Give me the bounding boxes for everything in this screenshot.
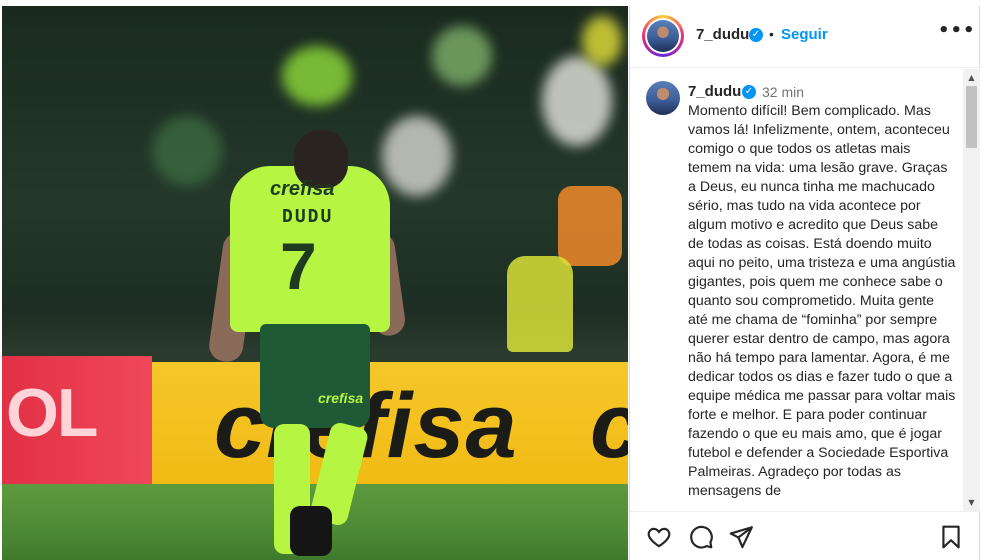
shorts-sponsor-text: crefisa <box>318 390 364 406</box>
post-photo[interactable]: OL crefisa c crefisa DUDU 7 crefisa <box>2 6 628 560</box>
post-actions-bar <box>630 511 981 560</box>
post-header: 7_dudu ✓ • Seguir ••• <box>630 6 981 68</box>
post-side-panel: 7_dudu ✓ • Seguir ••• 7_dudu ✓ 32 min Mo… <box>629 6 981 560</box>
shirt-name-text: DUDU <box>282 206 334 227</box>
more-options-icon[interactable]: ••• <box>938 19 975 43</box>
comment-icon[interactable] <box>688 524 714 550</box>
bookmark-icon[interactable] <box>938 524 964 550</box>
player-shorts <box>260 324 370 428</box>
heart-icon[interactable] <box>646 524 672 550</box>
caption-scrollbar[interactable]: ▲ ▼ <box>963 69 980 511</box>
caption-area: 7_dudu ✓ 32 min Momento difícil! Bem com… <box>630 69 964 511</box>
share-icon[interactable] <box>728 524 754 550</box>
header-username[interactable]: 7_dudu <box>696 26 749 43</box>
scroll-down-arrow-icon[interactable]: ▼ <box>963 494 980 511</box>
player-figure: crefisa DUDU 7 crefisa <box>2 6 628 560</box>
avatar-image <box>647 20 679 52</box>
shirt-number-text: 7 <box>280 229 317 303</box>
scroll-up-arrow-icon[interactable]: ▲ <box>963 69 980 86</box>
caption-text: Momento difícil! Bem complicado. Mas vam… <box>688 103 956 499</box>
caption-avatar[interactable] <box>646 81 680 115</box>
avatar-ring-inner <box>645 18 681 54</box>
header-avatar[interactable] <box>642 15 684 57</box>
scrollbar-thumb[interactable] <box>966 86 977 148</box>
instagram-post: OL crefisa c crefisa DUDU 7 crefisa <box>0 0 984 560</box>
caption-username[interactable]: 7_dudu <box>688 83 741 100</box>
verified-badge-icon: ✓ <box>742 85 756 99</box>
verified-badge-icon: ✓ <box>749 28 763 42</box>
caption-timestamp[interactable]: 32 min <box>762 84 804 100</box>
header-separator: • <box>769 26 774 42</box>
shirt-sponsor-text: crefisa <box>270 178 335 200</box>
player-boot <box>290 506 332 556</box>
follow-button[interactable]: Seguir <box>781 26 828 43</box>
